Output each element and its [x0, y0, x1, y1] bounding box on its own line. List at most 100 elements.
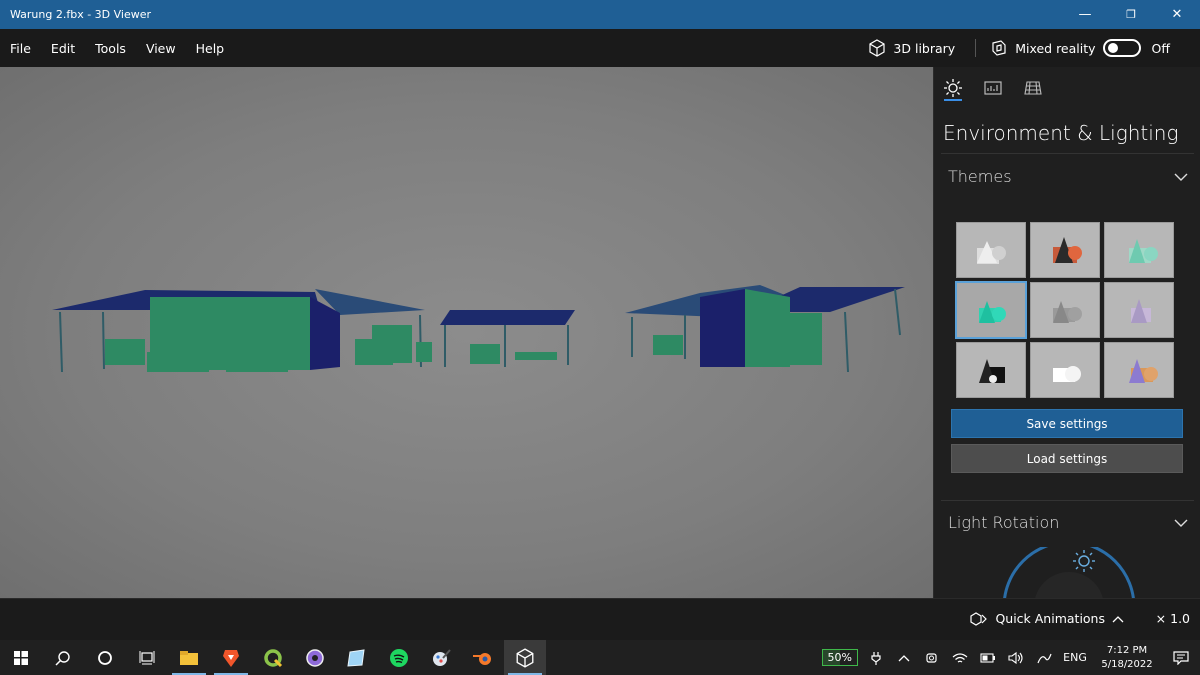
clock[interactable]: 7:12 PM 5/18/2022 — [1092, 644, 1162, 672]
cube-icon — [516, 647, 534, 668]
light-rotation-label: Light Rotation — [948, 513, 1060, 532]
animation-icon — [970, 611, 988, 626]
folder-icon — [180, 650, 198, 665]
power-plug-icon — [862, 640, 890, 675]
battery-indicator[interactable]: 50% — [821, 649, 858, 666]
start-button[interactable] — [0, 640, 42, 675]
menu-edit[interactable]: Edit — [41, 41, 85, 56]
save-settings-button[interactable]: Save settings — [951, 409, 1183, 438]
task-view-icon — [139, 650, 155, 664]
qgis-button[interactable] — [252, 640, 294, 675]
menu-tools[interactable]: Tools — [85, 41, 136, 56]
tab-lighting[interactable] — [944, 79, 962, 101]
windows-logo-icon — [14, 650, 28, 665]
file-explorer-button[interactable] — [168, 640, 210, 675]
chevron-down-icon — [1174, 519, 1188, 527]
title-bar: Warung 2.fbx - 3D Viewer — ❐ ✕ — [0, 0, 1200, 29]
3d-model-scene — [52, 285, 905, 373]
section-divider — [941, 153, 1194, 154]
warung-middle-structure — [440, 310, 575, 367]
load-settings-button[interactable]: Load settings — [951, 444, 1183, 473]
window-title: Warung 2.fbx - 3D Viewer — [10, 8, 152, 21]
disc-icon — [306, 648, 324, 667]
mixed-reality-toggle[interactable] — [1102, 39, 1141, 57]
battery-percent: 50% — [827, 651, 852, 664]
wifi-icon[interactable] — [946, 640, 974, 675]
playback-speed[interactable]: × 1.0 — [1156, 611, 1190, 626]
paint-icon — [433, 648, 451, 666]
panel-tabs — [934, 67, 1200, 107]
media-player-button[interactable] — [294, 640, 336, 675]
mixed-reality-control[interactable]: Mixed reality Off — [990, 39, 1200, 57]
spotify-button[interactable] — [378, 640, 420, 675]
mixed-reality-icon — [992, 40, 1006, 56]
cortana-icon — [98, 650, 112, 665]
show-hidden-icons-button[interactable] — [890, 640, 918, 675]
menu-file[interactable]: File — [0, 41, 41, 56]
theme-thumb-6[interactable] — [1104, 282, 1174, 338]
close-button[interactable]: ✕ — [1154, 0, 1200, 29]
battery-icon[interactable] — [974, 640, 1002, 675]
spotify-icon — [390, 648, 408, 667]
menu-view[interactable]: View — [136, 41, 186, 56]
theme-thumb-8[interactable] — [1030, 342, 1100, 398]
clock-time: 7:12 PM — [1106, 644, 1148, 656]
theme-thumb-3[interactable] — [1104, 222, 1174, 278]
chevron-up-icon — [1112, 615, 1124, 622]
blender-icon — [473, 652, 491, 665]
menu-help[interactable]: Help — [186, 41, 235, 56]
quick-animations-button[interactable]: Quick Animations — [970, 611, 1124, 626]
pen-workspace-icon[interactable] — [1030, 640, 1058, 675]
window-controls: — ❐ ✕ — [1062, 0, 1200, 29]
paint-app-button[interactable] — [420, 640, 462, 675]
theme-thumb-1[interactable] — [956, 222, 1026, 278]
3d-library-button[interactable]: 3D library — [868, 39, 975, 57]
notes-app-button[interactable] — [336, 640, 378, 675]
sun-icon — [1073, 550, 1095, 572]
panel-title: Environment & Lighting — [943, 121, 1179, 145]
cortana-button[interactable] — [84, 640, 126, 675]
environment-panel: Environment & Lighting Themes Save setti… — [933, 67, 1200, 598]
tab-grid[interactable] — [1024, 79, 1042, 101]
theme-thumb-7[interactable] — [956, 342, 1026, 398]
chevron-down-icon — [1174, 173, 1188, 181]
light-rotation-header[interactable]: Light Rotation — [948, 513, 1188, 532]
warung-left-structure — [52, 289, 432, 373]
warung-right-structure — [625, 285, 905, 373]
minimize-button[interactable]: — — [1062, 0, 1108, 29]
brave-browser-button[interactable] — [210, 640, 252, 675]
stats-icon — [984, 81, 1002, 95]
menu-separator — [975, 39, 977, 57]
tab-stats[interactable] — [984, 79, 1002, 101]
language-indicator[interactable]: ENG — [1058, 640, 1092, 675]
sun-icon — [944, 79, 962, 97]
theme-thumb-5[interactable] — [1030, 282, 1100, 338]
meet-now-icon[interactable] — [918, 640, 946, 675]
section-divider — [941, 500, 1194, 501]
theme-grid — [955, 222, 1174, 398]
light-rotation-dial[interactable] — [994, 547, 1144, 598]
notifications-button[interactable] — [1162, 640, 1200, 675]
3d-library-label: 3D library — [893, 40, 956, 56]
theme-thumb-2[interactable] — [1030, 222, 1100, 278]
theme-thumb-4-selected[interactable] — [955, 281, 1027, 339]
search-icon — [55, 650, 70, 666]
notification-icon — [1173, 650, 1189, 665]
clock-date: 5/18/2022 — [1101, 658, 1153, 670]
task-view-button[interactable] — [126, 640, 168, 675]
themes-header[interactable]: Themes — [948, 167, 1188, 186]
chevron-up-icon — [898, 654, 910, 661]
3d-viewport[interactable] — [0, 67, 933, 598]
search-button[interactable] — [42, 640, 84, 675]
blender-button[interactable] — [462, 640, 504, 675]
volume-icon[interactable] — [1002, 640, 1030, 675]
3d-viewer-button[interactable] — [504, 640, 546, 675]
grid-icon — [1024, 81, 1042, 95]
theme-thumb-9[interactable] — [1104, 342, 1174, 398]
animation-bar: Quick Animations × 1.0 — [0, 598, 1200, 640]
themes-label: Themes — [948, 167, 1012, 186]
brave-icon — [223, 649, 239, 667]
maximize-button[interactable]: ❐ — [1108, 0, 1154, 29]
menu-bar: File Edit Tools View Help 3D library Mix… — [0, 29, 1200, 67]
cube-icon — [869, 39, 886, 57]
